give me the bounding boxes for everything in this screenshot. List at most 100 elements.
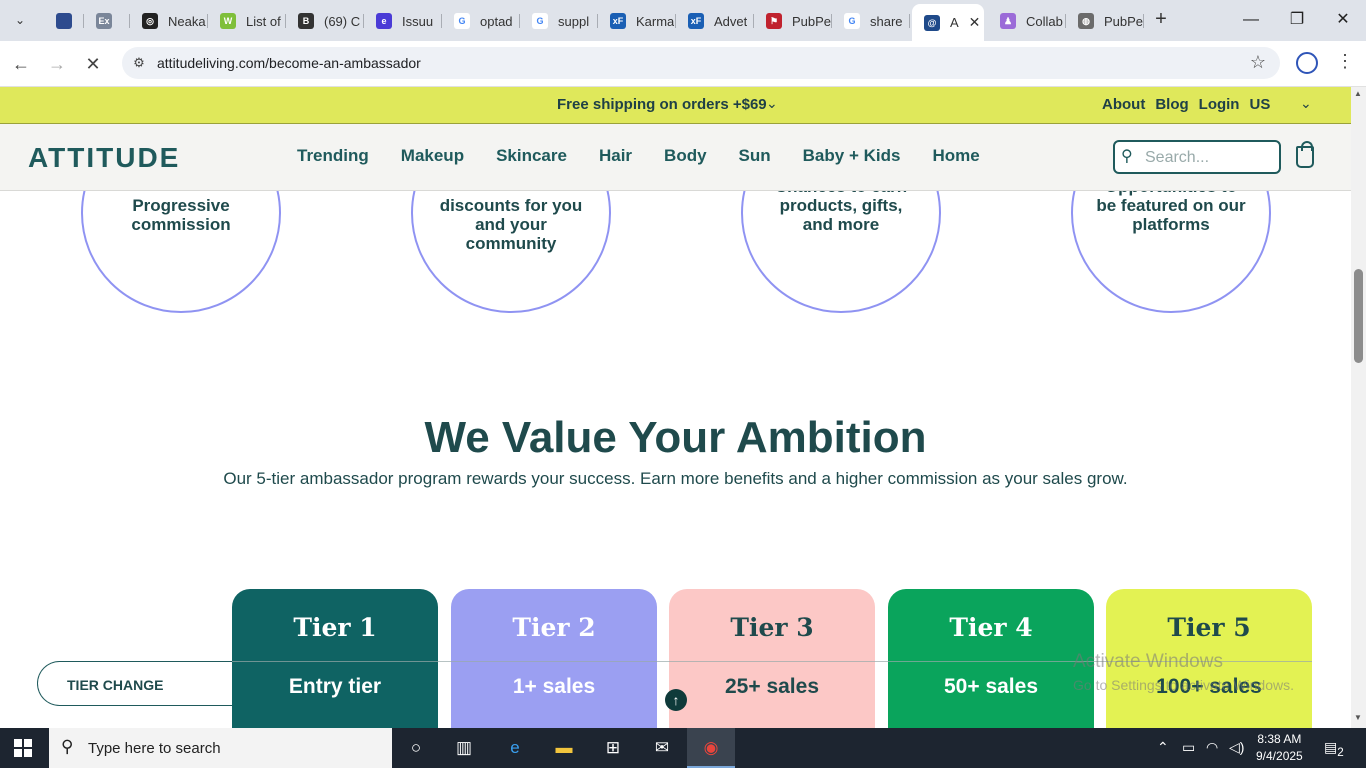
- login-link[interactable]: Login: [1199, 96, 1240, 113]
- tab-favicon-icon: ◎: [142, 13, 158, 29]
- benefit-text: discounts for you and your community: [439, 196, 583, 253]
- tab-title: Collab: [1026, 13, 1063, 29]
- back-button[interactable]: ←: [8, 51, 34, 77]
- browser-tab[interactable]: [44, 6, 84, 36]
- tier-3-card: Tier 3 25+ sales: [669, 589, 875, 728]
- search-icon: ⚲: [61, 737, 74, 756]
- network-icon[interactable]: ◠: [1206, 739, 1218, 756]
- mail-icon[interactable]: ✉: [650, 736, 674, 760]
- browser-tab[interactable]: xF Karma: [598, 6, 676, 36]
- microsoft-store-icon[interactable]: ⊞: [601, 736, 625, 760]
- nav-trending[interactable]: Trending: [297, 146, 369, 166]
- free-shipping-text[interactable]: Free shipping on orders +$69: [557, 96, 767, 113]
- bookmark-star-icon[interactable]: ☆: [1250, 52, 1266, 73]
- watermark-line2: Go to Settings to activate Windows.: [1073, 677, 1294, 693]
- region-chevron-down-icon[interactable]: ⌄: [1300, 95, 1312, 112]
- scroll-down-arrow-icon[interactable]: ▼: [1354, 713, 1362, 722]
- new-tab-button[interactable]: +: [1150, 8, 1172, 30]
- nav-baby-kids[interactable]: Baby + Kids: [803, 146, 901, 166]
- browser-tab[interactable]: xF Advet: [676, 6, 754, 36]
- restore-button[interactable]: ❐: [1282, 8, 1312, 32]
- browser-tab[interactable]: Ex: [84, 6, 130, 36]
- benefit-circle: Chances to earn products, gifts, and mor…: [741, 191, 941, 313]
- page-scrollbar[interactable]: ▲ ▼: [1351, 87, 1366, 728]
- tier-name: Tier 3: [730, 613, 814, 642]
- notification-count: 2: [1337, 745, 1344, 759]
- browser-tab[interactable]: ♟ Collab: [988, 6, 1066, 36]
- scrollbar-thumb[interactable]: [1354, 269, 1363, 363]
- browser-tab[interactable]: Gsuppl: [520, 6, 598, 36]
- tray-overflow-chevron-icon[interactable]: ⌃: [1157, 739, 1169, 756]
- region-selector[interactable]: US: [1249, 96, 1270, 113]
- tier-4-card: Tier 4 50+ sales: [888, 589, 1094, 728]
- tab-favicon-icon: G: [532, 13, 548, 29]
- tab-active[interactable]: @ A ✕: [912, 4, 984, 41]
- volume-icon[interactable]: ◁): [1229, 739, 1244, 756]
- edge-icon[interactable]: e: [503, 736, 527, 760]
- forward-button[interactable]: →: [44, 51, 70, 77]
- about-link[interactable]: About: [1102, 96, 1145, 113]
- blog-link[interactable]: Blog: [1155, 96, 1188, 113]
- minimize-button[interactable]: —: [1236, 8, 1266, 32]
- browser-tab[interactable]: ◎ Neaka: [130, 6, 208, 36]
- nav-body[interactable]: Body: [664, 146, 707, 166]
- stop-loading-button[interactable]: ✕: [80, 51, 106, 77]
- nav-skincare[interactable]: Skincare: [496, 146, 567, 166]
- nav-home[interactable]: Home: [932, 146, 979, 166]
- tier-requirement: 1+ sales: [512, 675, 596, 698]
- chrome-icon: ◉: [703, 738, 719, 757]
- tab-search-chevron-icon[interactable]: ⌄: [6, 8, 34, 32]
- battery-icon[interactable]: ▭: [1182, 739, 1195, 756]
- cortana-icon[interactable]: ○: [404, 736, 428, 760]
- tier-requirement: Entry tier: [288, 675, 382, 698]
- tab-title: optad: [480, 13, 513, 29]
- search-placeholder: Search...: [1145, 149, 1210, 166]
- tab-favicon-icon: B: [298, 13, 314, 29]
- nav-makeup[interactable]: Makeup: [401, 146, 464, 166]
- section-title: We Value Your Ambition: [424, 413, 927, 462]
- browser-tab[interactable]: e Issuu: [364, 6, 442, 36]
- scroll-up-arrow-icon[interactable]: ▲: [1354, 89, 1362, 98]
- tier-requirement: 50+ sales: [943, 675, 1038, 698]
- shopping-bag-icon[interactable]: [1296, 141, 1314, 168]
- url-text[interactable]: attitudeliving.com/become-an-ambassador: [157, 55, 421, 71]
- browser-tab[interactable]: B (69) C: [286, 6, 364, 36]
- tab-favicon-icon: [56, 13, 72, 29]
- page-content: Progressive commission discounts for you …: [0, 191, 1351, 728]
- browser-tab[interactable]: ⚑ PubPe: [754, 6, 832, 36]
- browser-menu-icon[interactable]: ⋮: [1336, 51, 1354, 72]
- watermark-line1: Activate Windows: [1073, 651, 1223, 672]
- file-explorer-icon[interactable]: ▬: [552, 736, 576, 760]
- search-input[interactable]: ⚲ Search...: [1113, 140, 1281, 174]
- tab-separator: [1143, 14, 1144, 28]
- site-settings-icon[interactable]: ⚙: [130, 54, 148, 72]
- attitude-logo[interactable]: ATTITUDE: [28, 142, 180, 174]
- chevron-down-icon[interactable]: ⌄: [766, 95, 778, 112]
- task-view-icon[interactable]: ▥: [452, 736, 476, 760]
- profile-icon[interactable]: [1296, 52, 1318, 74]
- browser-tab[interactable]: Gshare: [832, 6, 910, 36]
- address-bar[interactable]: ⚙ attitudeliving.com/become-an-ambassado…: [122, 47, 1280, 79]
- tab-title: PubPe: [1104, 13, 1144, 29]
- browser-tab[interactable]: W List of: [208, 6, 286, 36]
- browser-tab[interactable]: ◍ PubPe: [1066, 6, 1144, 36]
- scroll-to-top-button[interactable]: ↑: [665, 689, 687, 711]
- notification-center-icon[interactable]: ▤2: [1324, 739, 1344, 759]
- browser-tab[interactable]: Goptad: [442, 6, 520, 36]
- taskbar-clock[interactable]: 8:38 AM 9/4/2025: [1256, 731, 1303, 765]
- tier-change-text: TIER CHANGE: [67, 677, 164, 693]
- close-tab-icon[interactable]: ✕: [969, 14, 981, 31]
- nav-hair[interactable]: Hair: [599, 146, 632, 166]
- benefit-circle: Opportunities to be featured on our plat…: [1071, 191, 1271, 313]
- tab-title: List of: [246, 13, 281, 29]
- taskbar-search-input[interactable]: ⚲ Type here to search: [49, 728, 392, 768]
- browser-tab-strip: ⌄ Ex ◎ Neaka W List of B (69) Ce Issuu Goptad Gsu…: [0, 0, 1366, 41]
- windows-start-icon[interactable]: [14, 739, 32, 757]
- nav-sun[interactable]: Sun: [739, 146, 771, 166]
- chrome-taskbar-button[interactable]: ◉: [687, 728, 735, 768]
- close-window-button[interactable]: ✕: [1328, 8, 1358, 32]
- tab-title: Issuu: [402, 13, 434, 29]
- tier-name: Tier 5: [1167, 613, 1251, 642]
- tab-favicon-icon: ⚑: [766, 13, 782, 29]
- tier-name: Tier 2: [512, 613, 596, 642]
